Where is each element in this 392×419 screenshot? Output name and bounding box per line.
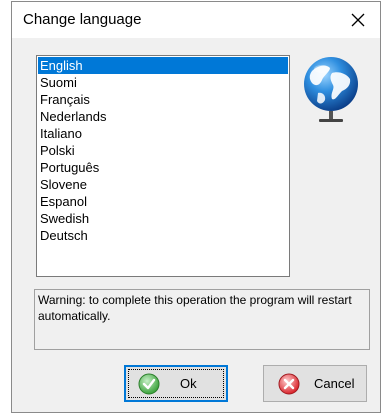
- cancel-x-icon: [278, 373, 300, 394]
- language-option[interactable]: Espanol: [38, 193, 288, 210]
- language-option[interactable]: Suomi: [38, 74, 288, 91]
- language-option[interactable]: English: [38, 57, 288, 74]
- cancel-button[interactable]: Cancel: [263, 365, 367, 402]
- language-list[interactable]: English Suomi Français Nederlands Italiano Po…: [36, 55, 290, 277]
- language-option[interactable]: Nederlands: [38, 108, 288, 125]
- language-option[interactable]: Swedish: [38, 210, 288, 227]
- close-icon: [351, 13, 365, 27]
- checkmark-icon: [138, 373, 160, 394]
- language-option[interactable]: Italiano: [38, 125, 288, 142]
- language-option[interactable]: Português: [38, 159, 288, 176]
- dialog-title: Change language: [23, 11, 142, 28]
- title-bar: Change language: [12, 2, 380, 38]
- globe-icon: [302, 55, 360, 127]
- language-option[interactable]: Slovene: [38, 176, 288, 193]
- language-option[interactable]: Français: [38, 91, 288, 108]
- ok-button[interactable]: Ok: [124, 365, 228, 402]
- language-option[interactable]: Deutsch: [38, 227, 288, 244]
- ok-label: Ok: [180, 376, 197, 391]
- change-language-dialog: Change language English Suomi Français Nede…: [11, 1, 381, 413]
- warning-message: Warning: to complete this operation the …: [34, 289, 370, 350]
- cancel-label: Cancel: [314, 376, 355, 391]
- close-button[interactable]: [340, 5, 376, 35]
- language-option[interactable]: Polski: [38, 142, 288, 159]
